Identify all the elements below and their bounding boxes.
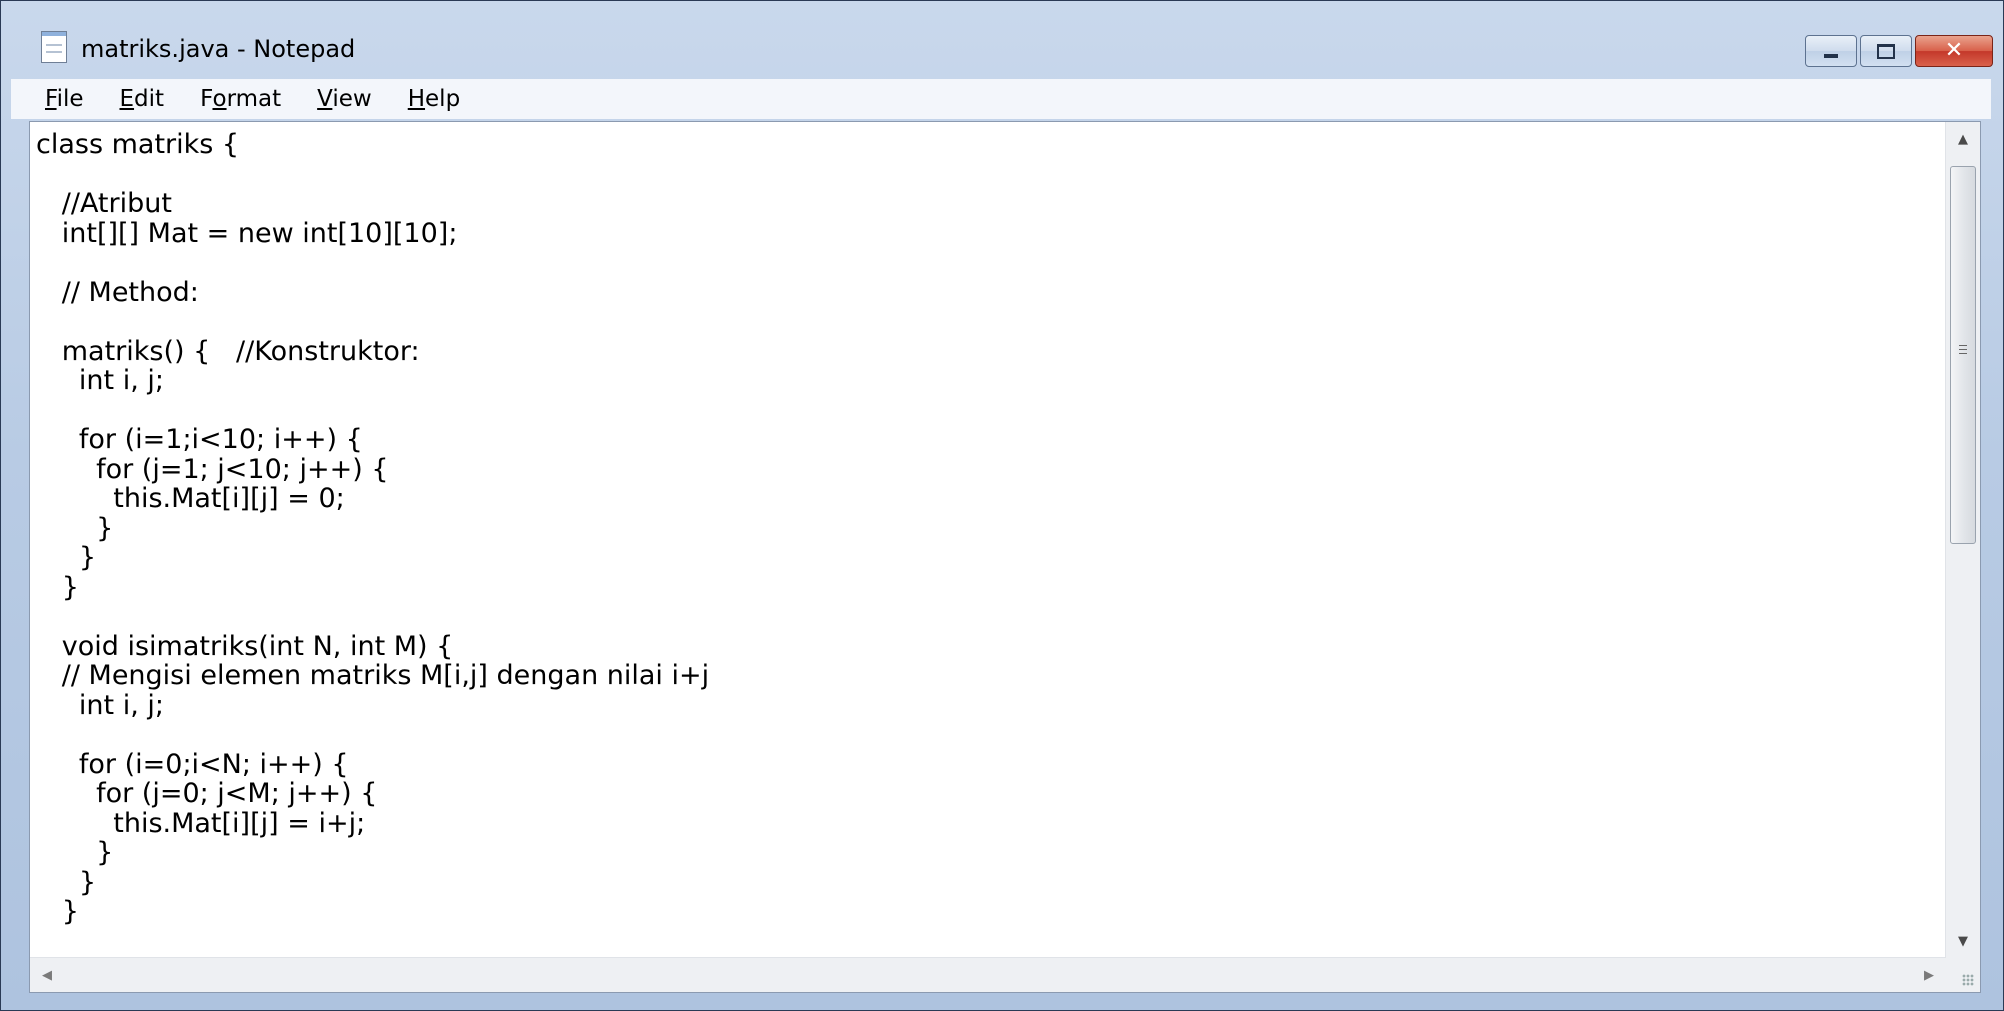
notepad-window: matriks.java - Notepad ✕ File Edit Forma… bbox=[0, 0, 2004, 1011]
menu-bar: File Edit Format View Help bbox=[11, 79, 1991, 119]
scroll-up-arrow-icon[interactable]: ▲ bbox=[1946, 122, 1980, 156]
close-button[interactable]: ✕ bbox=[1915, 35, 1993, 67]
scroll-left-arrow-icon[interactable]: ◀ bbox=[30, 958, 64, 992]
menu-format[interactable]: Format bbox=[200, 86, 281, 112]
scroll-down-arrow-icon[interactable]: ▼ bbox=[1946, 924, 1980, 958]
minimize-button[interactable] bbox=[1805, 35, 1857, 67]
minimize-icon bbox=[1824, 54, 1838, 58]
text-editor[interactable]: class matriks { //Atribut int[][] Mat = … bbox=[29, 121, 1981, 993]
maximize-icon bbox=[1877, 43, 1895, 59]
vertical-scrollbar[interactable]: ▲ ▼ bbox=[1945, 122, 1980, 958]
horizontal-scrollbar[interactable]: ◀ ▶ bbox=[30, 957, 1946, 992]
maximize-button[interactable] bbox=[1860, 35, 1912, 67]
scroll-right-arrow-icon[interactable]: ▶ bbox=[1912, 958, 1946, 992]
menu-view[interactable]: View bbox=[317, 86, 372, 112]
caption-buttons: ✕ bbox=[1802, 35, 1993, 67]
menu-help[interactable]: Help bbox=[408, 86, 460, 112]
menu-edit[interactable]: Edit bbox=[120, 86, 165, 112]
title-bar[interactable]: matriks.java - Notepad ✕ bbox=[1, 1, 2003, 75]
vertical-scroll-thumb[interactable] bbox=[1950, 166, 1976, 544]
close-icon: ✕ bbox=[1944, 38, 1964, 63]
notepad-icon[interactable] bbox=[41, 31, 67, 63]
grip-icon bbox=[1959, 345, 1967, 357]
window-title: matriks.java - Notepad bbox=[81, 35, 356, 63]
menu-file[interactable]: File bbox=[45, 86, 84, 112]
size-grip-icon[interactable] bbox=[1946, 958, 1980, 992]
editor-text[interactable]: class matriks { //Atribut int[][] Mat = … bbox=[36, 130, 709, 927]
